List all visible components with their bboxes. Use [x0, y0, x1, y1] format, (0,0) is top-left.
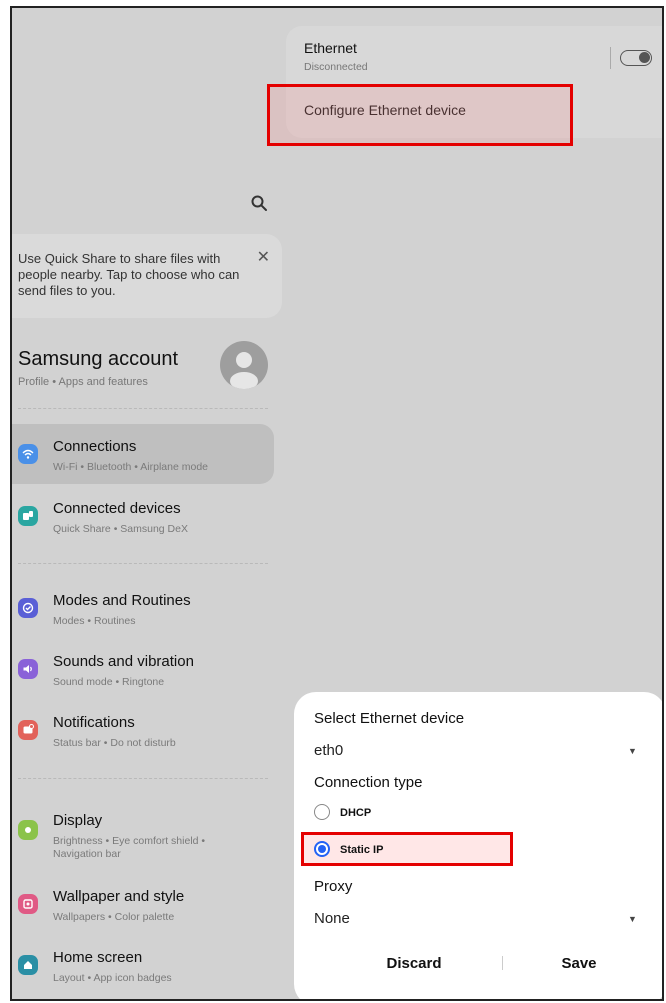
settings-item-sounds-and-vibration[interactable]: Sounds and vibration Sound mode • Ringto…	[12, 639, 274, 699]
avatar[interactable]	[220, 341, 268, 389]
settings-item-subtitle: Brightness • Eye comfort shield • Naviga…	[53, 835, 206, 860]
wallpaper-icon	[18, 894, 38, 914]
settings-item-subtitle: Quick Share • Samsung DeX	[53, 523, 188, 535]
settings-item-title: Connected devices	[53, 500, 181, 517]
chevron-down-icon[interactable]: ▼	[628, 914, 637, 924]
configure-ethernet-dialog: Select Ethernet device eth0 ▼ Connection…	[294, 692, 662, 999]
wifi-icon	[18, 444, 38, 464]
section-divider	[18, 563, 268, 564]
settings-item-notifications[interactable]: Notifications Status bar • Do not distur…	[12, 700, 274, 760]
connected-devices-icon	[18, 506, 38, 526]
settings-item-subtitle: Layout • App icon badges	[53, 972, 172, 984]
settings-item-subtitle: Sound mode • Ringtone	[53, 676, 165, 688]
settings-item-wallpaper-and-style[interactable]: Wallpaper and style Wallpapers • Color p…	[12, 874, 274, 934]
settings-item-title: Display	[53, 812, 103, 829]
settings-item-subtitle: Status bar • Do not disturb	[53, 737, 176, 749]
ethernet-toggle[interactable]	[620, 50, 652, 66]
modes-icon	[18, 598, 38, 618]
settings-item-home-screen[interactable]: Home screen Layout • App icon badges	[12, 935, 274, 995]
ethernet-title: Ethernet	[304, 40, 357, 56]
button-divider	[502, 956, 503, 970]
settings-item-subtitle: Wi-Fi • Bluetooth • Airplane mode	[53, 461, 209, 473]
settings-item-connected-devices[interactable]: Connected devices Quick Share • Samsung …	[12, 486, 274, 546]
static-ip-label[interactable]: Static IP	[340, 844, 383, 856]
settings-item-subtitle: Modes • Routines	[53, 615, 136, 627]
sound-icon	[18, 659, 38, 679]
quick-share-message: Use Quick Share to share files with peop…	[18, 251, 240, 298]
search-icon[interactable]	[250, 194, 268, 212]
section-divider	[18, 408, 268, 409]
settings-item-title: Home screen	[53, 949, 143, 966]
ethernet-toggle-divider	[610, 47, 611, 69]
settings-item-connections[interactable]: Connections Wi-Fi • Bluetooth • Airplane…	[12, 424, 274, 484]
dhcp-label[interactable]: DHCP	[340, 807, 371, 819]
settings-item-display[interactable]: Display Brightness • Eye comfort shield …	[12, 798, 274, 860]
display-icon	[18, 820, 38, 840]
toggle-knob	[639, 52, 650, 63]
settings-item-subtitle: Wallpapers • Color palette	[53, 911, 175, 923]
settings-item-title: Sounds and vibration	[53, 653, 194, 670]
proxy-heading: Proxy	[314, 878, 353, 895]
select-device-heading: Select Ethernet device	[314, 710, 465, 727]
notification-icon	[18, 720, 38, 740]
chevron-down-icon[interactable]: ▼	[628, 746, 637, 756]
settings-item-title: Modes and Routines	[53, 592, 191, 609]
dhcp-radio[interactable]	[314, 804, 330, 820]
close-icon[interactable]: ✕	[257, 250, 270, 266]
proxy-select[interactable]: None	[314, 910, 350, 927]
ethernet-status: Disconnected	[304, 61, 368, 73]
settings-item-modes-and-routines[interactable]: Modes and Routines Modes • Routines	[12, 578, 274, 638]
settings-item-title: Notifications	[53, 714, 135, 731]
ethernet-row[interactable]: Ethernet Disconnected	[286, 26, 662, 86]
save-button[interactable]: Save	[514, 948, 644, 978]
section-divider	[18, 778, 268, 779]
device-select[interactable]: eth0	[314, 742, 343, 759]
configure-ethernet-highlight-box	[267, 84, 573, 146]
settings-item-title: Connections	[53, 438, 137, 455]
quick-share-suggestion-card[interactable]: Use Quick Share to share files with peop…	[12, 234, 282, 318]
connection-type-heading: Connection type	[314, 774, 423, 791]
static-ip-radio[interactable]	[314, 841, 330, 857]
static-ip-highlight-box	[301, 832, 513, 866]
settings-screen: Ethernet Disconnected Configure Ethernet…	[10, 6, 664, 1001]
home-icon	[18, 955, 38, 975]
discard-button[interactable]: Discard	[354, 948, 474, 978]
person-icon	[230, 352, 258, 389]
settings-item-title: Wallpaper and style	[53, 888, 185, 905]
